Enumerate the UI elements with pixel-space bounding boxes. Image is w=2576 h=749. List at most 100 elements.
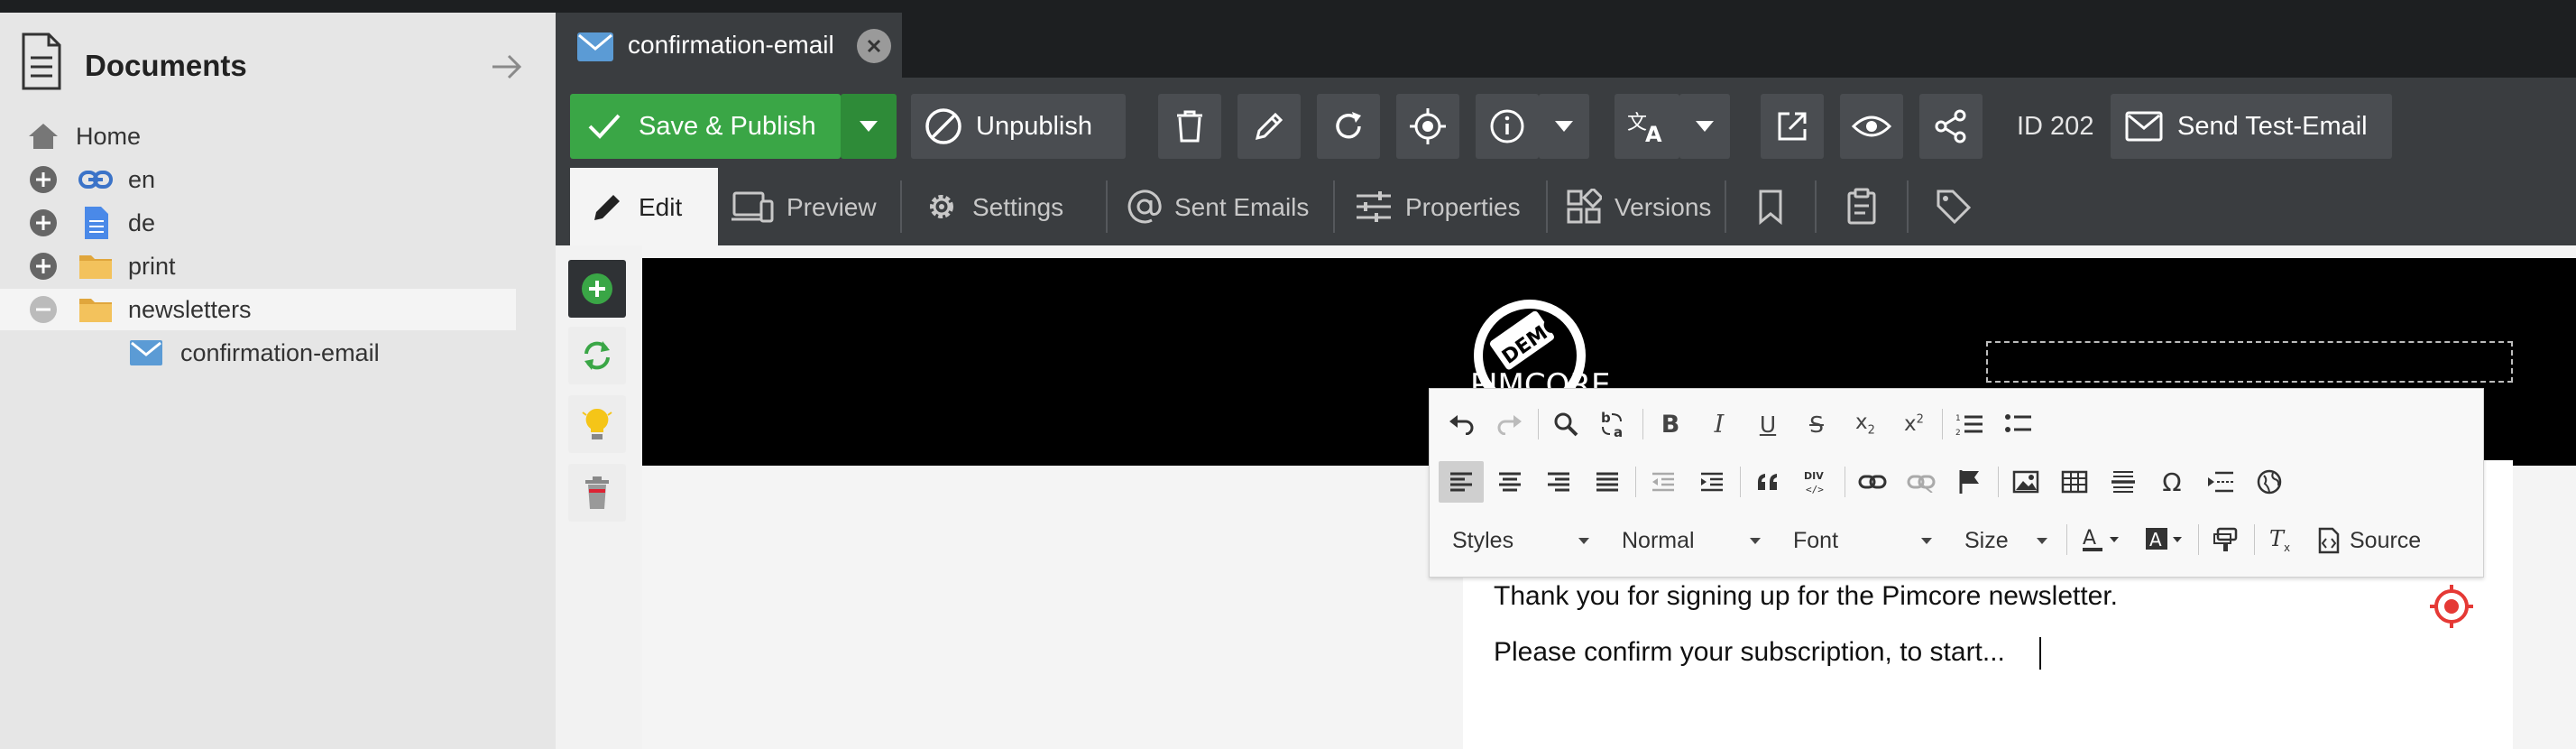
bold-icon: B (1661, 410, 1680, 439)
checkmark-icon (588, 114, 621, 139)
info-button[interactable] (1476, 94, 1539, 159)
collapse-minus-icon[interactable] (25, 291, 61, 328)
redo-button[interactable] (1487, 403, 1532, 445)
chevron-down-icon (1555, 121, 1573, 132)
align-left-button[interactable] (1439, 461, 1484, 503)
tab-settings[interactable]: Settings (902, 168, 1106, 245)
translate-icon: 文 A (1627, 112, 1662, 145)
tab-preview[interactable]: Preview (718, 168, 900, 245)
email-text-line-2[interactable]: Please confirm your subscription, to sta… (1494, 637, 2005, 668)
expand-plus-icon[interactable] (25, 205, 61, 241)
open-in-new-window-button[interactable] (1761, 94, 1824, 159)
tree-item-en[interactable]: en (0, 159, 516, 200)
tab-versions[interactable]: Versions (1548, 168, 1725, 245)
highlight-button[interactable] (568, 395, 626, 453)
editor-toolbar-row-3: Styles Normal Font Size A A Tx Source (1439, 513, 2476, 564)
find-button[interactable] (1543, 403, 1588, 445)
indent-button[interactable] (1689, 461, 1734, 503)
delete-button[interactable] (1158, 94, 1221, 159)
add-area-button[interactable] (568, 260, 626, 318)
superscript-icon: x2 (1904, 412, 1924, 436)
clear-button[interactable] (568, 464, 626, 522)
anchor-button[interactable] (1947, 461, 1992, 503)
undo-button[interactable] (1439, 403, 1484, 445)
tree-item-label: en (128, 166, 156, 193)
tree-item-home[interactable]: Home (0, 116, 516, 157)
expand-plus-icon[interactable] (25, 248, 61, 284)
show-in-tree-button[interactable] (1396, 94, 1459, 159)
tree-item-print[interactable]: print (0, 245, 516, 287)
expand-plus-icon[interactable] (25, 162, 61, 198)
source-button[interactable]: Source (2312, 519, 2438, 562)
underline-button[interactable]: U (1745, 403, 1790, 445)
document-tab-strip: confirmation-email (556, 0, 2576, 78)
table-button[interactable] (2052, 461, 2097, 503)
translation-dropdown[interactable] (1679, 94, 1730, 159)
tab-sent-emails[interactable]: Sent Emails (1108, 168, 1333, 245)
tree-item-newsletters[interactable]: newsletters (0, 289, 516, 330)
email-text-line-1[interactable]: Thank you for signing up for the Pimcore… (1494, 581, 2118, 612)
text-color-button[interactable]: A (2072, 519, 2130, 560)
tree-item-de[interactable]: de (0, 202, 516, 244)
unlink-button[interactable] (1899, 461, 1944, 503)
tab-edit[interactable]: Edit (570, 168, 718, 245)
unpublish-button[interactable]: Unpublish (911, 94, 1126, 159)
share-button[interactable] (1919, 94, 1983, 159)
info-dropdown[interactable] (1539, 94, 1589, 159)
save-publish-button[interactable]: Save & Publish (570, 94, 841, 159)
iframe-button[interactable] (2247, 461, 2292, 503)
font-size-dropdown[interactable]: Size (1951, 519, 2057, 562)
tab-properties[interactable]: Properties (1335, 168, 1546, 245)
font-dropdown[interactable]: Font (1780, 519, 1942, 562)
background-color-button[interactable]: A (2135, 519, 2193, 560)
tree-topbar (0, 0, 556, 13)
collapse-panel-arrow-icon[interactable] (487, 47, 527, 87)
tab-confirmation-email[interactable]: confirmation-email (556, 13, 902, 78)
preview-button[interactable] (1840, 94, 1903, 159)
outdent-button[interactable] (1641, 461, 1686, 503)
justify-button[interactable] (1585, 461, 1630, 503)
superscript-button[interactable]: x2 (1891, 403, 1937, 445)
tree-item-confirmation-email[interactable]: confirmation-email (0, 332, 516, 374)
align-right-button[interactable] (1536, 461, 1581, 503)
image-button[interactable] (2003, 461, 2048, 503)
numbered-list-button[interactable]: 12 (1947, 403, 1992, 445)
format-dropdown[interactable]: Normal (1608, 519, 1771, 562)
tab-tags[interactable] (1909, 168, 1999, 245)
tab-bookmarks[interactable] (1726, 168, 1815, 245)
send-test-email-label: Send Test-Email (2177, 112, 2368, 141)
lightbulb-icon (582, 408, 612, 439)
link-button[interactable] (1850, 461, 1895, 503)
bold-button[interactable]: B (1648, 403, 1693, 445)
sync-button[interactable] (568, 327, 626, 384)
create-div-button[interactable]: DIV </> (1794, 461, 1839, 503)
save-options-dropdown[interactable] (841, 94, 897, 159)
horizontal-line-button[interactable] (2101, 461, 2146, 503)
reload-button[interactable] (1317, 94, 1380, 159)
svg-text:b: b (1601, 410, 1611, 426)
special-character-button[interactable]: Ω (2149, 461, 2194, 503)
target-icon[interactable] (2428, 583, 2475, 630)
blockquote-button[interactable] (1745, 461, 1790, 503)
page-break-button[interactable] (2198, 461, 2243, 503)
tab-notes[interactable] (1817, 168, 1907, 245)
flag-icon (1959, 470, 1979, 494)
italic-button[interactable]: I (1697, 403, 1742, 445)
translation-button[interactable]: 文 A (1615, 94, 1679, 159)
rich-text-editor-toolbar: ba B I U S x2 x2 12 DIV </> Ω Styles Nor… (1429, 388, 2484, 578)
subscript-button[interactable]: x2 (1843, 403, 1888, 445)
rename-button[interactable] (1237, 94, 1301, 159)
editable-area-outline[interactable] (1986, 341, 2513, 383)
styles-dropdown[interactable]: Styles (1439, 519, 1599, 562)
remove-format-button[interactable]: Tx (2259, 519, 2305, 560)
align-center-button[interactable] (1487, 461, 1532, 503)
bulleted-list-button[interactable] (1996, 403, 2041, 445)
send-test-email-button[interactable]: Send Test-Email (2111, 94, 2392, 159)
strikethrough-button[interactable]: S (1794, 403, 1839, 445)
copy-formatting-button[interactable] (2203, 519, 2249, 560)
close-tab-button[interactable] (857, 29, 891, 63)
toolbar-separator (1942, 409, 1943, 439)
replace-button[interactable]: ba (1592, 403, 1637, 445)
add-circle-icon (582, 273, 612, 304)
sync-icon (584, 341, 610, 370)
